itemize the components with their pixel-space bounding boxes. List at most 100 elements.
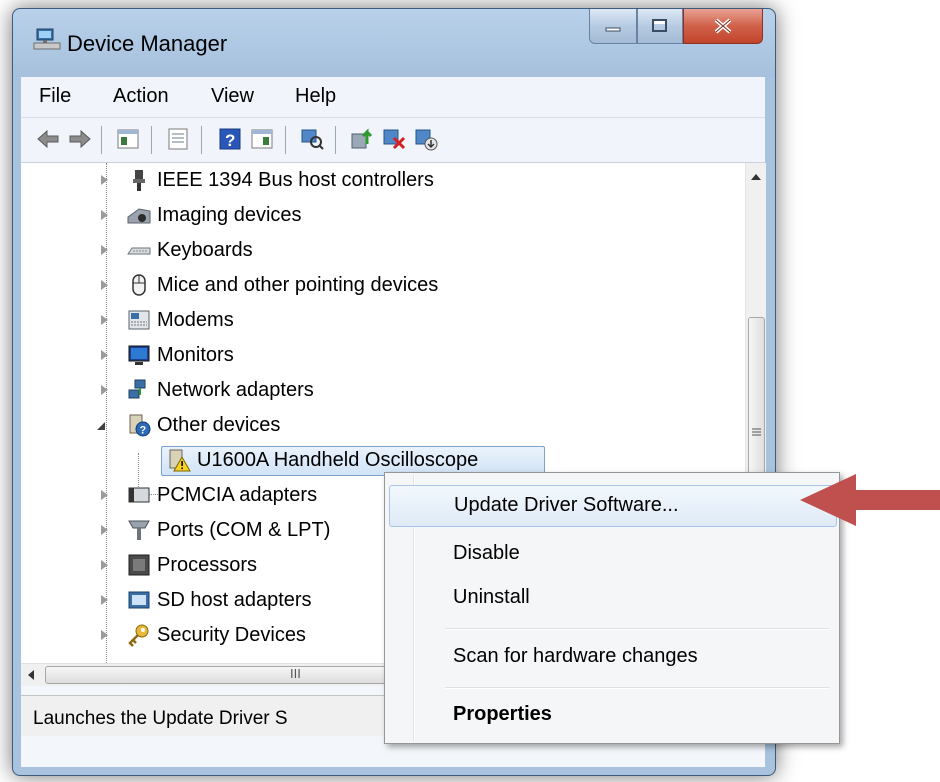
help-icon[interactable]: ? (217, 126, 243, 152)
toolbar: ? (21, 118, 765, 163)
svg-text:?: ? (225, 131, 235, 150)
network-icon (128, 379, 146, 399)
horizontal-scroll-thumb[interactable]: III (45, 666, 407, 684)
mouse-icon (132, 274, 146, 296)
tree-item-imaging-devices[interactable]: Imaging devices (21, 198, 721, 232)
tree-item-label: PCMCIA adapters (157, 484, 318, 506)
tree-item-label: Security Devices (157, 624, 306, 646)
menu-separator (445, 687, 829, 689)
tree-item-label: U1600A Handheld Oscilloscope (197, 449, 479, 471)
scan-hardware-icon[interactable] (299, 126, 325, 152)
maximize-button[interactable] (637, 9, 683, 44)
tree-item-label: IEEE 1394 Bus host controllers (157, 169, 434, 191)
tree-item-label: SD host adapters (157, 589, 312, 611)
tree-item-monitors[interactable]: Monitors (21, 338, 721, 372)
expand-arrow-icon[interactable] (101, 245, 108, 255)
usb-plug-icon (133, 170, 145, 191)
toolbar-separator (285, 126, 286, 154)
menu-bar: File Action View Help (21, 77, 765, 118)
status-text: Launches the Update Driver S (33, 708, 288, 729)
menu-action[interactable]: Action (113, 85, 169, 108)
expand-arrow-icon[interactable] (101, 210, 108, 220)
monitor-icon (128, 345, 150, 365)
toolbar-separator (335, 126, 336, 154)
expand-arrow-icon[interactable] (101, 490, 108, 500)
grip-icon (752, 428, 761, 436)
tree-item-network-adapters[interactable]: Network adapters (21, 373, 721, 407)
keyboard-icon (127, 247, 151, 255)
properties-icon[interactable] (165, 126, 191, 152)
tree-item-label: Imaging devices (157, 204, 302, 226)
menu-item-label: Scan for hardware changes (453, 645, 698, 667)
context-menu: Update Driver Software... Disable Uninst… (384, 472, 840, 744)
menu-item-label: Properties (453, 703, 552, 725)
sd-card-icon (128, 591, 150, 609)
expand-arrow-icon[interactable] (101, 525, 108, 535)
tree-item-label: Processors (157, 554, 258, 576)
tree-item-label: Modems (157, 309, 234, 331)
window-controls (589, 9, 763, 45)
tree-item-keyboards[interactable]: Keyboards (21, 233, 721, 267)
menu-help[interactable]: Help (295, 85, 336, 108)
update-driver-icon[interactable] (349, 126, 375, 152)
expand-arrow-icon[interactable] (101, 280, 108, 290)
expand-arrow-icon[interactable] (101, 350, 108, 360)
menu-view[interactable]: View (211, 85, 254, 108)
scroll-up-icon[interactable] (751, 173, 761, 181)
tree-item-modems[interactable]: Modems (21, 303, 721, 337)
tree-item-mice[interactable]: Mice and other pointing devices (21, 268, 721, 302)
camera-icon (127, 208, 151, 224)
tree-item-label: Ports (COM & LPT) (157, 519, 331, 541)
collapse-arrow-icon[interactable] (97, 422, 105, 430)
expand-arrow-icon[interactable] (101, 630, 108, 640)
menu-item-update-driver-software[interactable]: Update Driver Software... (389, 485, 837, 527)
window-title: Device Manager (67, 31, 228, 56)
tree-item-other-devices[interactable]: ? Other devices (21, 408, 721, 442)
pcmcia-icon (128, 487, 150, 503)
maximize-icon (652, 19, 667, 32)
menu-item-properties[interactable]: Properties (389, 695, 835, 735)
menu-item-disable[interactable]: Disable (389, 534, 835, 574)
menu-file[interactable]: File (39, 85, 71, 108)
key-icon (128, 624, 149, 647)
show-hide-console-tree-icon[interactable] (115, 126, 141, 152)
menu-separator (445, 628, 829, 630)
processor-icon (128, 554, 150, 576)
title-bar[interactable]: Device Manager (13, 9, 775, 77)
expand-arrow-icon[interactable] (101, 595, 108, 605)
expand-arrow-icon[interactable] (101, 385, 108, 395)
warning-device-icon (169, 449, 191, 472)
menu-item-scan-for-hardware-changes[interactable]: Scan for hardware changes (389, 637, 835, 677)
back-icon[interactable] (35, 126, 61, 152)
annotation-arrow-icon (800, 474, 940, 526)
tree-item-label: Monitors (157, 344, 234, 366)
minimize-button[interactable] (589, 9, 637, 44)
menu-item-label: Update Driver Software... (454, 494, 679, 516)
tree-item-label: Mice and other pointing devices (157, 274, 439, 296)
modem-icon (128, 310, 150, 330)
forward-icon[interactable] (67, 126, 93, 152)
expand-arrow-icon[interactable] (101, 315, 108, 325)
scroll-left-icon[interactable] (27, 670, 35, 680)
tree-item-label: Network adapters (157, 379, 314, 401)
toolbar-separator (101, 126, 102, 154)
menu-item-uninstall[interactable]: Uninstall (389, 578, 835, 618)
device-manager-icon (33, 28, 61, 50)
menu-item-label: Uninstall (453, 586, 530, 608)
toolbar-separator (151, 126, 152, 154)
show-action-pane-icon[interactable] (249, 126, 275, 152)
close-icon (714, 18, 732, 34)
tree-item-label: Other devices (157, 414, 281, 436)
tree-item-label: Keyboards (157, 239, 253, 261)
toolbar-separator (201, 126, 202, 154)
port-icon (128, 520, 150, 540)
svg-text:?: ? (140, 425, 147, 437)
uninstall-icon[interactable] (381, 126, 407, 152)
close-button[interactable] (683, 9, 763, 44)
tree-item-ieee1394[interactable]: IEEE 1394 Bus host controllers (21, 163, 721, 197)
grip-icon: III (290, 666, 301, 681)
expand-arrow-icon[interactable] (101, 175, 108, 185)
enable-device-icon[interactable] (413, 126, 439, 152)
expand-arrow-icon[interactable] (101, 560, 108, 570)
minimize-icon (605, 27, 621, 32)
